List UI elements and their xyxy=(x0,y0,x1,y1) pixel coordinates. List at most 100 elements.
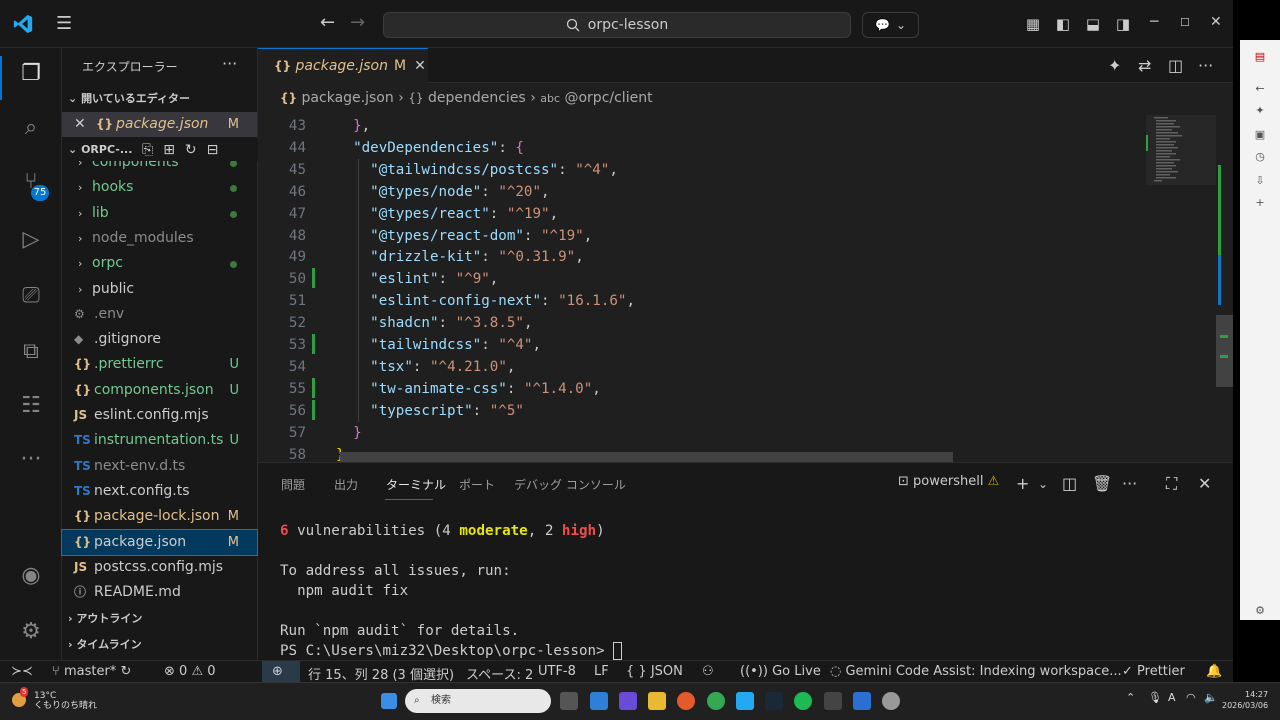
taskbar-search[interactable]: ⌕ 検索 xyxy=(405,689,551,713)
terminal-output[interactable]: 6 vulnerabilities (4 moderate, 2 high) T… xyxy=(280,521,623,660)
chevron-down-icon[interactable]: ⌄ xyxy=(1038,477,1048,491)
timeline-section[interactable]: › タイムライン xyxy=(62,634,258,656)
vscode-app-icon[interactable] xyxy=(736,692,754,710)
minimize-icon[interactable]: ─ xyxy=(1150,14,1158,30)
file-tree-item[interactable]: {} .prettierrc U xyxy=(62,352,257,377)
trash-icon[interactable]: 🗑 xyxy=(1092,474,1112,493)
branch-status[interactable]: ⑂ master* ↻ xyxy=(52,664,131,679)
terminal-shell-selector[interactable]: ⊡ powershell ⚠ xyxy=(898,474,999,489)
clock[interactable]: 14:27 2026/03/06 xyxy=(1222,689,1268,711)
maximize-icon[interactable]: ☐ xyxy=(1180,16,1190,29)
copilot-status-icon[interactable]: ⚇ xyxy=(702,664,714,679)
browser-back-icon[interactable]: ← xyxy=(1252,82,1268,96)
spotify-icon[interactable] xyxy=(794,692,812,710)
tab-terminal[interactable]: ターミナル xyxy=(386,476,446,493)
split-editor-icon[interactable]: ◫ xyxy=(1168,56,1183,75)
close-tab-icon[interactable]: ✕ xyxy=(414,58,426,74)
prettier-status[interactable]: ✓ Prettier xyxy=(1122,664,1185,679)
windows-start-icon[interactable] xyxy=(381,693,397,709)
back-arrow-icon[interactable]: ← xyxy=(320,12,335,33)
volume-icon[interactable]: 🔈 xyxy=(1204,691,1218,704)
file-tree-item[interactable]: {} components.json U xyxy=(62,378,257,403)
go-live[interactable]: ((•)) Go Live xyxy=(740,664,821,679)
eol[interactable]: LF xyxy=(594,664,609,679)
task-view-icon[interactable] xyxy=(560,692,578,710)
add-terminal-icon[interactable]: + xyxy=(1016,474,1029,493)
file-tree-item[interactable]: TS next.config.ts xyxy=(62,479,257,504)
file-tree-item[interactable]: ◆ .gitignore xyxy=(62,327,257,352)
command-center-search[interactable]: orpc-lesson xyxy=(383,12,851,38)
settings-icon[interactable]: ⚙ xyxy=(1252,604,1268,618)
remote-explorer-icon[interactable]: ⎚ xyxy=(17,282,45,310)
file-tree-item[interactable]: {} package.json M xyxy=(61,528,258,556)
app-icon[interactable] xyxy=(882,692,900,710)
zoom-status[interactable]: ⊕ xyxy=(262,661,300,683)
indentation[interactable]: スペース: 2 xyxy=(466,664,533,683)
file-tree-item[interactable]: TS instrumentation.ts U xyxy=(62,428,257,453)
tab-problems[interactable]: 問題 xyxy=(281,476,305,493)
open-editor-item[interactable]: ✕{} package.json M xyxy=(62,112,257,137)
tab-package-json[interactable]: {} package.json M ✕ xyxy=(258,48,428,83)
copilot-browser-icon[interactable]: ✦ xyxy=(1252,104,1268,118)
app-icon[interactable] xyxy=(853,692,871,710)
browser-app-icon[interactable]: ▤ xyxy=(1252,50,1268,64)
file-tree-item[interactable]: › node_modules xyxy=(62,226,257,251)
settings-gear-icon[interactable]: ⚙ xyxy=(17,618,45,646)
menu-icon[interactable]: ☰ xyxy=(56,14,76,34)
layout-icon[interactable]: ▦ xyxy=(1024,15,1042,33)
breadcrumb-item[interactable]: package.json xyxy=(302,90,394,106)
code-view[interactable]: 43 }, 44 "devDependencies": {45 "@tailwin… xyxy=(258,115,1148,462)
account-icon[interactable]: ◉ xyxy=(17,562,45,590)
minimap[interactable] xyxy=(1146,115,1216,462)
extensions-icon[interactable]: ⧉ xyxy=(17,338,45,366)
testing-icon[interactable]: ☷ xyxy=(17,392,45,420)
explorer-icon[interactable]: ❐ xyxy=(17,60,45,88)
tab-output[interactable]: 出力 xyxy=(334,476,358,493)
project-section[interactable]: ⌄ ORPC-... ⎘⊞↻⊟ xyxy=(62,139,258,161)
more-actions-icon[interactable]: ··· xyxy=(1198,56,1213,75)
firefox-icon[interactable] xyxy=(677,692,695,710)
file-tree-item[interactable]: ⓘ README.md xyxy=(62,580,257,605)
chrome-icon[interactable] xyxy=(707,692,725,710)
horizontal-scrollbar[interactable] xyxy=(340,452,953,462)
remote-icon[interactable]: ≻≺ xyxy=(0,661,44,683)
cursor-position[interactable]: 行 15、列 28 (3 個選択) xyxy=(308,664,454,683)
breadcrumb-item[interactable]: dependencies xyxy=(428,90,526,106)
add-icon[interactable]: + xyxy=(1252,196,1268,210)
vertical-scrollbar[interactable] xyxy=(1216,115,1233,462)
file-tree-item[interactable]: › hooks xyxy=(62,175,257,200)
outline-section[interactable]: › アウトライン xyxy=(62,608,258,630)
file-tree-item[interactable]: › public xyxy=(62,277,257,302)
maximize-panel-icon[interactable]: ⛶ xyxy=(1166,474,1177,494)
close-panel-icon[interactable]: ✕ xyxy=(1198,474,1211,493)
breadcrumb-item[interactable]: @orpc/client xyxy=(564,90,652,106)
collections-icon[interactable]: ▣ xyxy=(1252,128,1268,142)
gemini-status[interactable]: ◌ Gemini Code Assist: Indexing workspace… xyxy=(830,664,1122,679)
file-tree-item[interactable]: › lib xyxy=(62,201,257,226)
history-icon[interactable]: ◷ xyxy=(1252,150,1268,164)
more-actions-icon[interactable]: ··· xyxy=(1122,474,1137,493)
toggle-sidebar-icon[interactable]: ◧ xyxy=(1054,15,1072,33)
file-explorer-icon[interactable] xyxy=(648,692,666,710)
more-icon[interactable]: ··· xyxy=(17,446,45,474)
microphone-icon[interactable]: 🎙 xyxy=(1148,691,1162,704)
app-icon[interactable] xyxy=(824,692,842,710)
notifications-bell-icon[interactable]: 🔔 xyxy=(1206,664,1222,679)
copilot-app-icon[interactable] xyxy=(590,692,608,710)
sparkle-icon[interactable]: ✦ xyxy=(1108,56,1121,75)
language-mode[interactable]: { } JSON xyxy=(626,664,683,679)
problems-status[interactable]: ⊗ 0 ⚠ 0 xyxy=(164,664,216,679)
tab-debug-console[interactable]: デバッグ コンソール xyxy=(514,476,626,493)
file-tree-item[interactable]: › orpc xyxy=(62,251,257,276)
teams-app-icon[interactable] xyxy=(619,692,637,710)
forward-arrow-icon[interactable]: → xyxy=(350,12,365,33)
ime-icon[interactable]: A xyxy=(1168,691,1176,704)
open-editors-section[interactable]: ⌄ 開いているエディター xyxy=(62,88,258,110)
run-debug-icon[interactable]: ▷ xyxy=(17,226,45,254)
close-window-icon[interactable]: ✕ xyxy=(1210,14,1222,30)
project-actions[interactable]: ⎘⊞↻⊟ xyxy=(142,139,228,161)
copilot-button[interactable]: 💬 ⌄ xyxy=(862,12,919,38)
encoding[interactable]: UTF-8 xyxy=(538,664,576,679)
downloads-icon[interactable]: ⇩ xyxy=(1252,174,1268,188)
tab-ports[interactable]: ポート xyxy=(459,476,495,493)
